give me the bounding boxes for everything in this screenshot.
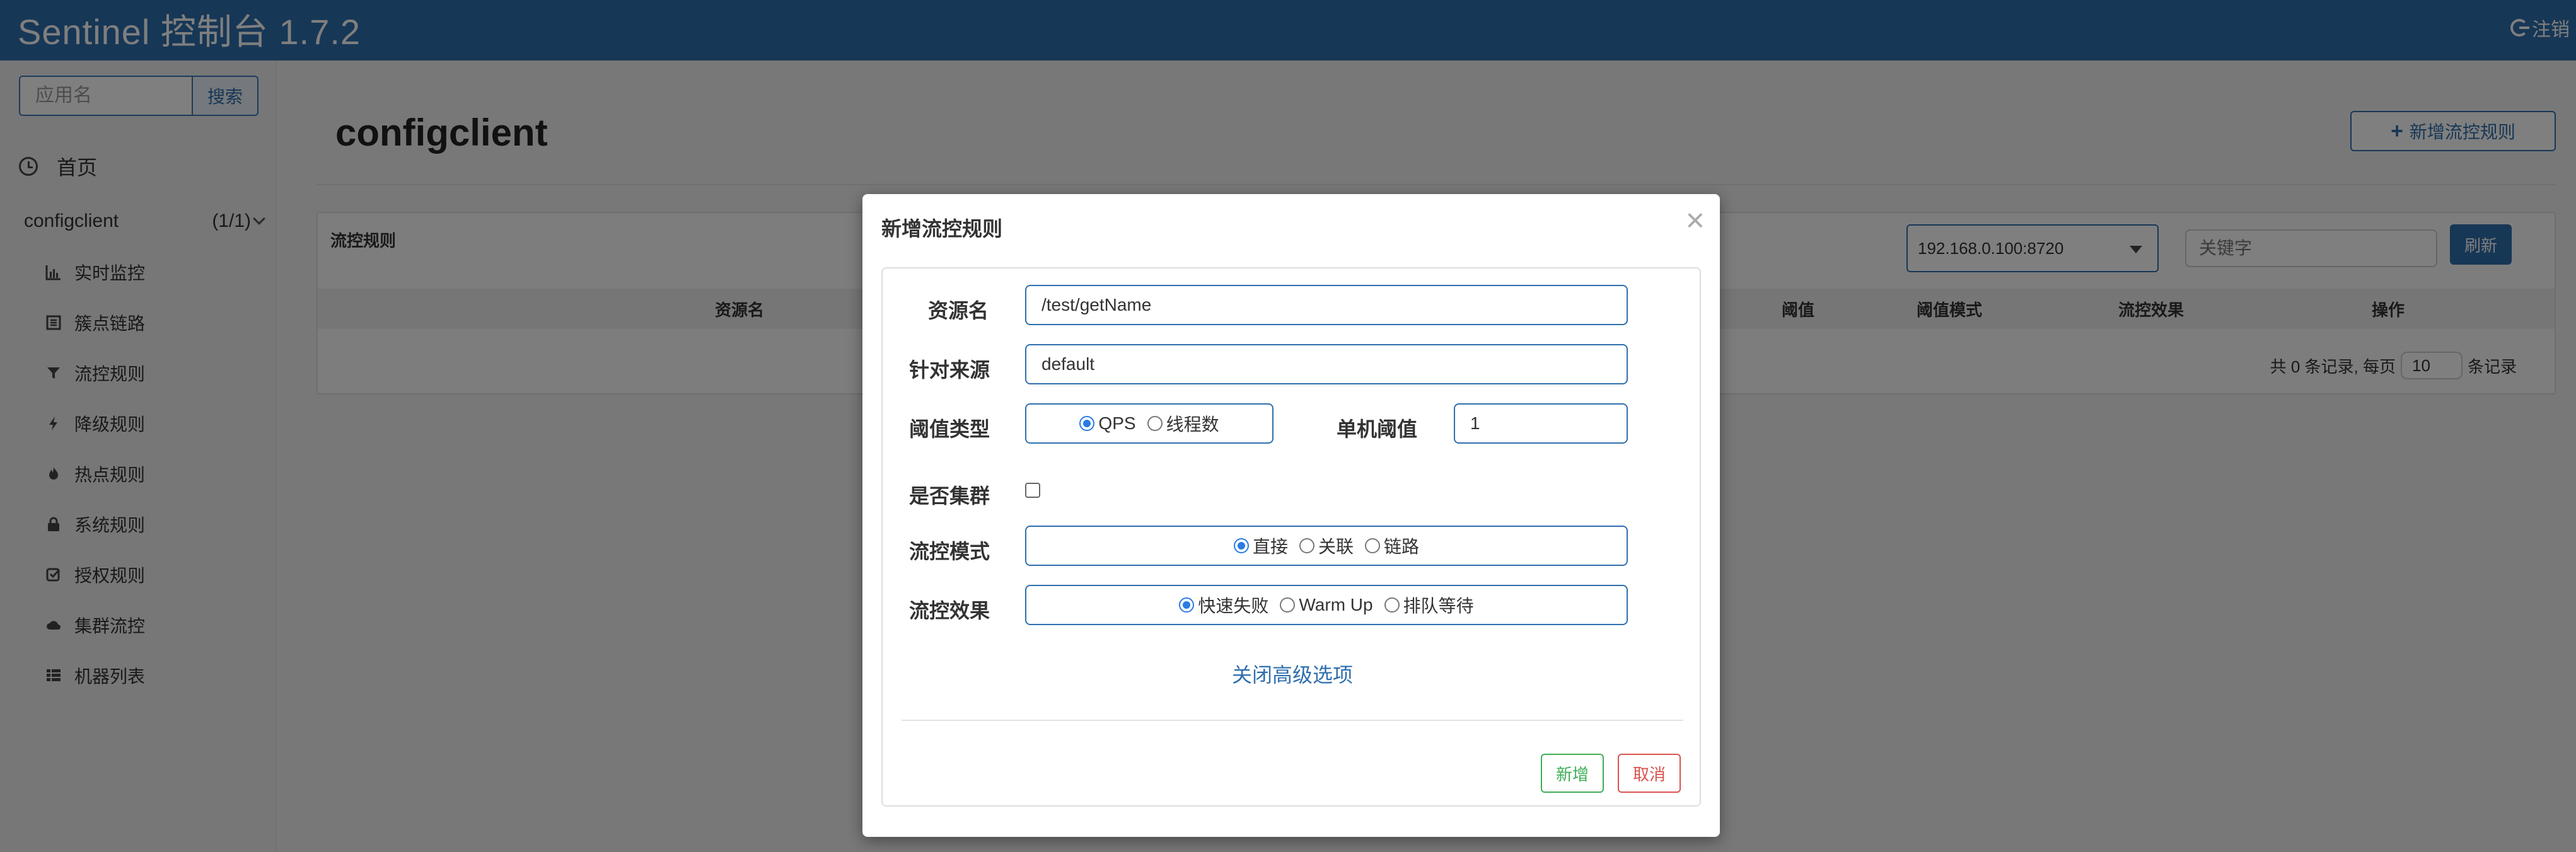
- threshold-type-label: 阈值类型: [909, 418, 990, 440]
- single-threshold-input[interactable]: 1: [1454, 403, 1628, 444]
- cluster-label: 是否集群: [909, 485, 990, 507]
- resource-input[interactable]: /test/getName: [1025, 285, 1628, 325]
- radio-warm-up[interactable]: Warm Up: [1280, 595, 1373, 615]
- radio-dot-checked: [1079, 416, 1095, 431]
- cancel-button[interactable]: 取消: [1618, 754, 1681, 793]
- radio-fast-fail[interactable]: 快速失败: [1179, 592, 1268, 618]
- close-icon[interactable]: ×: [1686, 204, 1705, 237]
- radio-label: Warm Up: [1299, 595, 1373, 614]
- cluster-checkbox[interactable]: [1025, 483, 1040, 498]
- mode-label: 流控模式: [909, 540, 990, 563]
- radio-relate[interactable]: 关联: [1299, 533, 1354, 558]
- radio-dot: [1280, 597, 1296, 613]
- radio-queue[interactable]: 排队等待: [1384, 592, 1474, 618]
- radio-dot-checked: [1233, 538, 1249, 553]
- submit-add-button[interactable]: 新增: [1541, 754, 1604, 793]
- effect-radios: 快速失败 Warm Up 排队等待: [1025, 585, 1628, 625]
- radio-qps[interactable]: QPS: [1079, 413, 1136, 434]
- radio-dot: [1299, 538, 1314, 553]
- radio-dot: [1384, 597, 1400, 613]
- radio-label: 直接: [1252, 537, 1288, 556]
- radio-label: 链路: [1384, 537, 1420, 556]
- radio-dot-checked: [1179, 597, 1195, 613]
- threshold-type-radios: QPS 线程数: [1025, 403, 1273, 444]
- radio-chain[interactable]: 链路: [1365, 533, 1419, 558]
- radio-label: 排队等待: [1403, 596, 1474, 616]
- radio-label: QPS: [1098, 413, 1136, 433]
- radio-label: 关联: [1318, 537, 1354, 556]
- form-divider: [902, 720, 1683, 721]
- single-threshold-label: 单机阈值: [1337, 418, 1418, 440]
- radio-label: 线程数: [1166, 415, 1219, 434]
- radio-dot: [1365, 538, 1380, 553]
- radio-label: 快速失败: [1198, 596, 1269, 616]
- radio-direct[interactable]: 直接: [1233, 533, 1288, 558]
- dialog-title: 新增流控规则: [881, 217, 1003, 240]
- origin-label: 针对来源: [909, 359, 990, 381]
- toggle-advanced-link[interactable]: 关闭高级选项: [883, 659, 1702, 688]
- resource-label: 资源名: [928, 299, 989, 322]
- radio-dot: [1147, 416, 1163, 431]
- effect-label: 流控效果: [909, 599, 990, 622]
- add-flow-rule-dialog: 新增流控规则 × 资源名 /test/getName 针对来源 default …: [862, 194, 1720, 837]
- radio-thread-count[interactable]: 线程数: [1147, 411, 1219, 436]
- origin-input[interactable]: default: [1025, 344, 1628, 384]
- rule-form: 资源名 /test/getName 针对来源 default 阈值类型 QPS …: [881, 267, 1701, 807]
- mode-radios: 直接 关联 链路: [1025, 526, 1628, 566]
